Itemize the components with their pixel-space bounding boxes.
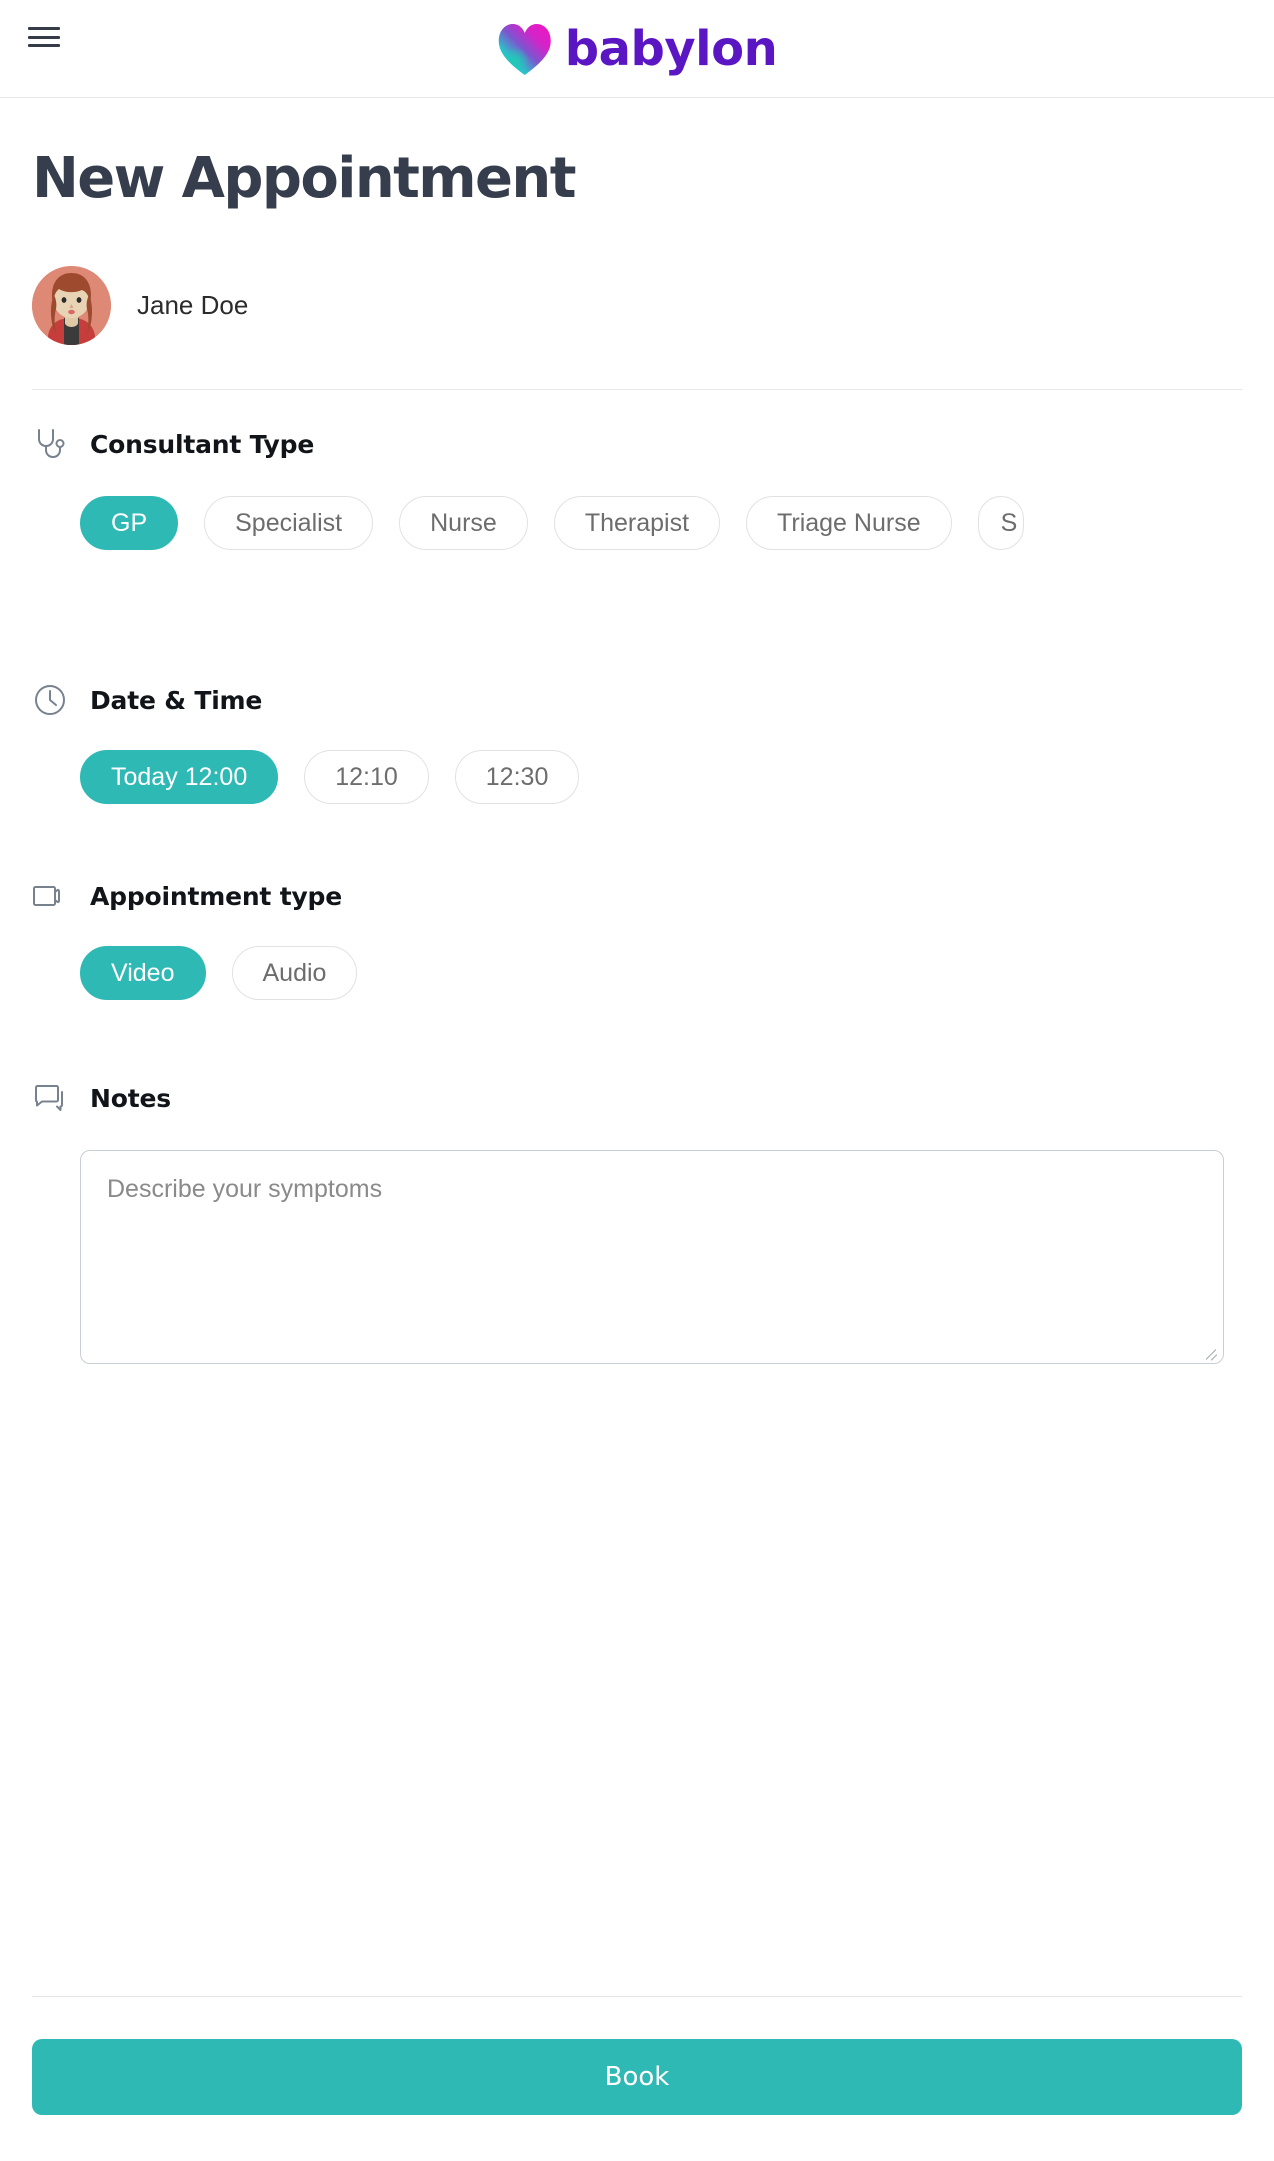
footer-bar: Book [0, 1996, 1274, 2161]
chip-triage-nurse[interactable]: Triage Nurse [746, 496, 952, 550]
section-header: Consultant Type [32, 424, 1242, 464]
chip-specialist[interactable]: Specialist [204, 496, 374, 550]
date-time-options[interactable]: Today 12:00 12:10 12:30 [80, 750, 1242, 804]
notes-field-wrapper[interactable] [80, 1150, 1224, 1364]
new-appointment-screen: babylon New Appointment Jane Doe Consult… [0, 0, 1274, 2161]
resize-grip-icon [1204, 1344, 1218, 1358]
footer-divider [32, 1996, 1242, 1997]
hamburger-menu-icon[interactable] [28, 27, 60, 47]
brand-logo[interactable]: babylon [497, 22, 778, 76]
babylon-heart-icon [498, 23, 551, 75]
app-header: babylon [0, 0, 1274, 98]
chip-today-1200[interactable]: Today 12:00 [80, 750, 279, 804]
chip-video[interactable]: Video [80, 946, 206, 1000]
chip-1210[interactable]: 12:10 [304, 750, 429, 804]
chip-nurse[interactable]: Nurse [399, 496, 528, 550]
chip-partially-visible[interactable]: S [977, 496, 1024, 550]
hamburger-bar [28, 27, 60, 30]
section-header: Appointment type [32, 876, 1242, 916]
section-consultant-type: Consultant Type GP Specialist Nurse Ther… [32, 424, 1242, 550]
appointment-type-options[interactable]: Video Audio [80, 946, 1242, 1000]
avatar [32, 266, 111, 345]
consultant-type-options[interactable]: GP Specialist Nurse Therapist Triage Nur… [80, 496, 1242, 550]
stethoscope-icon [32, 428, 68, 460]
patient-name: Jane Doe [137, 290, 249, 320]
section-title: Appointment type [90, 881, 342, 911]
avatar-illustration [32, 266, 111, 345]
chip-audio[interactable]: Audio [231, 946, 358, 1000]
section-title: Consultant Type [90, 429, 315, 459]
page-title: New Appointment [32, 146, 576, 211]
chip-gp[interactable]: GP [80, 496, 179, 550]
notes-textarea[interactable] [107, 1175, 1197, 1339]
hamburger-bar [28, 35, 60, 39]
section-header: Notes [32, 1078, 1242, 1118]
section-date-time: Date & Time Today 12:00 12:10 12:30 [32, 680, 1242, 804]
chip-1230[interactable]: 12:30 [454, 750, 580, 804]
hamburger-bar [28, 44, 60, 47]
section-title: Notes [90, 1083, 171, 1113]
book-button[interactable]: Book [32, 2039, 1242, 2115]
section-appointment-type: Appointment type Video Audio [32, 876, 1242, 1000]
main-content: New Appointment Jane Doe Consultant Type… [0, 146, 1274, 1364]
video-camera-icon [32, 883, 68, 909]
clock-icon [32, 684, 68, 716]
patient-row[interactable]: Jane Doe [32, 266, 1242, 390]
chip-therapist[interactable]: Therapist [553, 496, 721, 550]
chat-bubbles-icon [32, 1084, 68, 1112]
section-notes: Notes [32, 1078, 1242, 1364]
section-title: Date & Time [90, 685, 263, 715]
brand-wordmark: babylon [564, 20, 778, 77]
section-header: Date & Time [32, 680, 1242, 720]
